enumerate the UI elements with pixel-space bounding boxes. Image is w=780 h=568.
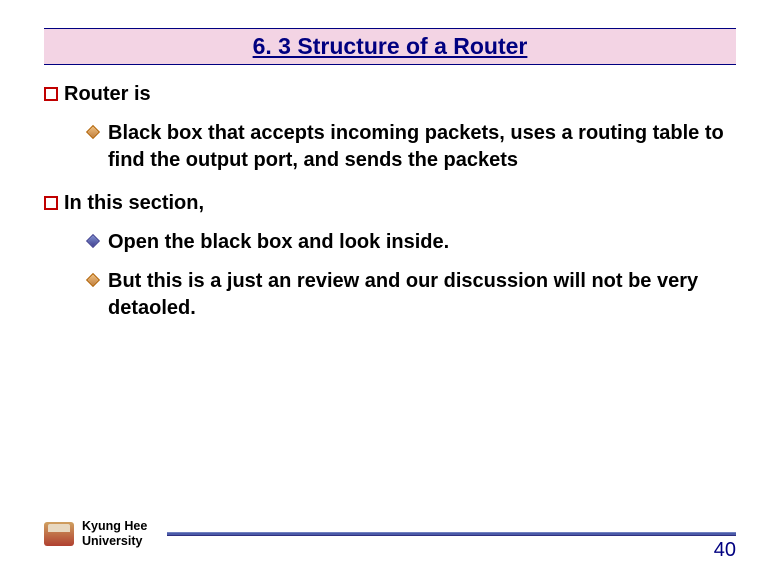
diamond-bullet-icon [86, 273, 100, 287]
section-heading-row: Router is [44, 83, 736, 106]
university-line1: Kyung Hee [82, 519, 147, 533]
section-heading: In this section, [64, 192, 204, 215]
section-block: Router is Black box that accepts incomin… [44, 83, 736, 174]
slide-title-bar: 6. 3 Structure of a Router [44, 28, 736, 65]
page-number: 40 [714, 539, 736, 562]
section-block: In this section, Open the black box and … [44, 192, 736, 322]
list-item-text: Black box that accepts incoming packets,… [108, 120, 736, 174]
square-bullet-icon [44, 87, 58, 101]
subitems: Open the black box and look inside. But … [88, 229, 736, 322]
list-item: But this is a just an review and our dis… [88, 268, 736, 322]
square-bullet-icon [44, 196, 58, 210]
section-heading-row: In this section, [44, 192, 736, 215]
list-item: Open the black box and look inside. [88, 229, 736, 256]
section-heading: Router is [64, 83, 151, 106]
university-line2: University [82, 534, 142, 548]
footer-divider [167, 532, 736, 536]
university-logo-icon [44, 522, 74, 546]
slide-content: Router is Black box that accepts incomin… [0, 65, 780, 322]
subitems: Black box that accepts incoming packets,… [88, 120, 736, 174]
slide-title: 6. 3 Structure of a Router [253, 33, 528, 59]
diamond-bullet-icon [86, 234, 100, 248]
list-item: Black box that accepts incoming packets,… [88, 120, 736, 174]
university-name: Kyung Hee University [82, 519, 147, 548]
list-item-text: But this is a just an review and our dis… [108, 268, 736, 322]
diamond-bullet-icon [86, 125, 100, 139]
slide-footer: Kyung Hee University [44, 519, 736, 548]
list-item-text: Open the black box and look inside. [108, 229, 449, 256]
